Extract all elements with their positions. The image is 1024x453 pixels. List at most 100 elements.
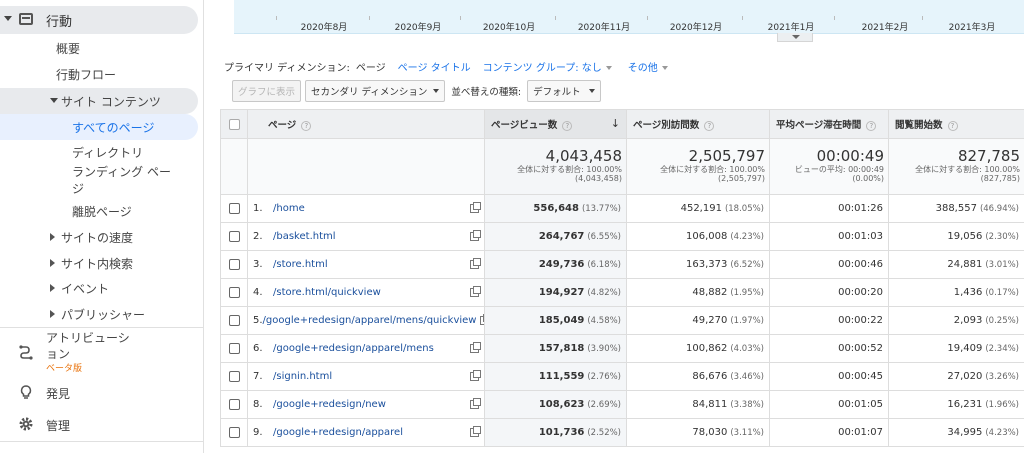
table-row[interactable]: 9. /google+redesign/apparel 101,736 (2.52%)… (220, 418, 1024, 447)
unique-pageviews-percent: (18.05%) (724, 204, 764, 214)
help-icon[interactable]: ? (704, 120, 715, 131)
page-path-link[interactable]: /google+redesign/apparel/mens (273, 343, 466, 354)
page-path-link[interactable]: /google+redesign/new (273, 399, 466, 410)
open-in-new-icon[interactable] (470, 258, 481, 269)
page-path-link[interactable]: /signin.html (273, 371, 466, 382)
column-header-pageviews[interactable]: ページビュー数? ↓ (484, 109, 627, 139)
plot-rows-button[interactable]: グラフに表示 (232, 80, 302, 102)
total-absolute: (2,505,797) (718, 174, 765, 183)
pageviews-percent: (13.77%) (581, 204, 621, 214)
page-path-link[interactable]: /store.html (273, 259, 466, 270)
help-icon[interactable]: ? (562, 120, 573, 131)
select-all-checkbox[interactable] (228, 118, 240, 130)
open-in-new-icon[interactable] (470, 286, 481, 297)
sidebar-item-landing-pages[interactable]: ランディング ページ (72, 164, 182, 198)
open-in-new-icon[interactable] (470, 202, 481, 213)
sidebar-section-behavior[interactable]: 行動 (0, 6, 198, 34)
column-header-page[interactable]: ページ? (247, 109, 485, 139)
help-icon[interactable]: ? (301, 120, 312, 131)
page-path-link[interactable]: /store.html/quickview (273, 287, 466, 298)
entrances-percent: (0.17%) (985, 288, 1019, 298)
row-checkbox[interactable] (228, 426, 240, 438)
row-checkbox[interactable] (228, 286, 240, 298)
column-header-unique-pageviews[interactable]: ページ別訪問数? (626, 109, 770, 139)
sidebar-item-overview[interactable]: 概要 (56, 37, 80, 59)
page-cell: 2. /basket.html (247, 222, 485, 251)
open-in-new-icon[interactable] (470, 370, 481, 381)
caret-right-icon (50, 284, 55, 292)
avg-time-value: 00:01:26 (838, 203, 883, 214)
column-header-label: ページ別訪問数 (633, 120, 700, 131)
page-path-link[interactable]: /basket.html (273, 231, 466, 242)
row-checkbox-cell (220, 250, 248, 279)
sidebar-item-directory[interactable]: ディレクトリ (72, 142, 143, 162)
column-header-label: 平均ページ滞在時間 (776, 120, 862, 131)
pageviews-percent: (4.82%) (587, 288, 621, 298)
sidebar-item-publisher[interactable]: パブリッシャー (50, 303, 145, 325)
caret-down-icon (50, 98, 58, 103)
table-row[interactable]: 7./signin.html 111,559 (2.76%) 86,676 (3.46%… (220, 362, 1024, 391)
sidebar-item-behavior-flow[interactable]: 行動フロー (56, 63, 116, 85)
table-row[interactable]: 4./store.html/quickview 194,927 (4.82%) 48,… (220, 278, 1024, 307)
secondary-dimension-dropdown[interactable]: セカンダリ ディメンション (305, 80, 446, 102)
caret-right-icon (50, 310, 55, 318)
column-header-avg-time[interactable]: 平均ページ滞在時間? (769, 109, 889, 139)
pageviews-cell: 264,767 (6.55%) (484, 222, 627, 251)
chart-collapse-handle[interactable] (777, 33, 813, 42)
content-group-link[interactable]: コンテンツ グループ: なし (483, 63, 602, 74)
content-group-dropdown[interactable]: コンテンツ グループ: なし (483, 59, 612, 74)
sidebar-item-site-search[interactable]: サイト内検索 (50, 252, 133, 274)
open-in-new-icon[interactable] (470, 230, 481, 241)
sidebar-item-site-speed[interactable]: サイトの速度 (50, 226, 133, 248)
pageviews-cell: 194,927 (4.82%) (484, 278, 627, 307)
sidebar-item-exit-pages[interactable]: 離脱ページ (72, 201, 132, 221)
avg-time-value: 00:00:52 (838, 343, 883, 354)
open-in-new-icon[interactable] (470, 426, 481, 437)
avg-time-cell: 00:00:20 (769, 278, 889, 307)
row-checkbox[interactable] (228, 314, 240, 326)
sidebar-item-label: ディレクトリ (72, 145, 144, 160)
entrances-value: 1,436 (953, 287, 983, 298)
row-checkbox[interactable] (228, 370, 240, 382)
sidebar-item-site-content[interactable]: サイト コンテンツ (0, 88, 198, 114)
sidebar-item-all-pages[interactable]: すべてのページ (0, 114, 198, 140)
sidebar-item-events[interactable]: イベント (50, 277, 109, 299)
help-icon[interactable]: ? (866, 120, 877, 131)
entrances-value: 34,995 (947, 427, 983, 438)
avg-time-cell: 00:00:52 (769, 334, 889, 363)
help-icon[interactable]: ? (947, 120, 958, 131)
entrances-percent: (3.01%) (985, 260, 1019, 270)
dimension-page-title-link[interactable]: ページ タイトル (398, 59, 471, 74)
row-checkbox[interactable] (228, 258, 240, 270)
more-dimensions-link[interactable]: その他 (628, 63, 658, 74)
sidebar-item-label: 概要 (56, 41, 81, 56)
open-in-new-icon[interactable] (480, 314, 484, 325)
unique-pageviews-value: 100,862 (686, 343, 728, 354)
table-row[interactable]: 8./google+redesign/new 108,623 (2.69%) 84,8… (220, 390, 1024, 419)
secondary-dimension-label: セカンダリ ディメンション (311, 87, 428, 98)
row-checkbox[interactable] (228, 202, 240, 214)
table-row[interactable]: 1./home 556,648 (13.77%) 452,191 (18.05%) 00:… (220, 194, 1024, 223)
axis-month-label: 2020年8月 (300, 23, 348, 33)
row-checkbox[interactable] (228, 398, 240, 410)
entrances-cell: 2,093 (0.25%) (888, 306, 1024, 335)
page-cell: 6. /google+redesign/apparel/mens (247, 334, 485, 363)
row-checkbox[interactable] (228, 230, 240, 242)
page-path-link[interactable]: /google+redesign/apparel (273, 427, 466, 438)
select-all-cell (220, 109, 248, 139)
table-row[interactable]: 3./store.html 249,736 (6.18%) 163,373 (6.52%… (220, 250, 1024, 279)
totals-empty-cell (220, 138, 248, 195)
sidebar-item-label: サイト コンテンツ (61, 94, 161, 109)
column-header-entrances[interactable]: 閲覧開始数? (888, 109, 1024, 139)
page-path-link[interactable]: /home (273, 203, 466, 214)
row-checkbox[interactable] (228, 342, 240, 354)
pages-table: ページ? ページビュー数? ↓ ページ別訪問数? 平均ページ滞在時間? 閲覧開始数… (220, 109, 1024, 447)
open-in-new-icon[interactable] (470, 342, 481, 353)
page-path-link[interactable]: /google+redesign/apparel/mens/quickview (263, 315, 477, 326)
sort-type-dropdown[interactable]: デフォルト (527, 80, 601, 102)
table-row[interactable]: 2./basket.html 264,767 (6.55%) 106,008 (4.23… (220, 222, 1024, 251)
table-row[interactable]: 6. /google+redesign/apparel/mens 157,818 (3… (220, 334, 1024, 363)
table-row[interactable]: 5./google+redesign/apparel/mens/quickvie… (220, 306, 1024, 335)
more-dimensions-dropdown[interactable]: その他 (628, 59, 668, 74)
open-in-new-icon[interactable] (470, 398, 481, 409)
